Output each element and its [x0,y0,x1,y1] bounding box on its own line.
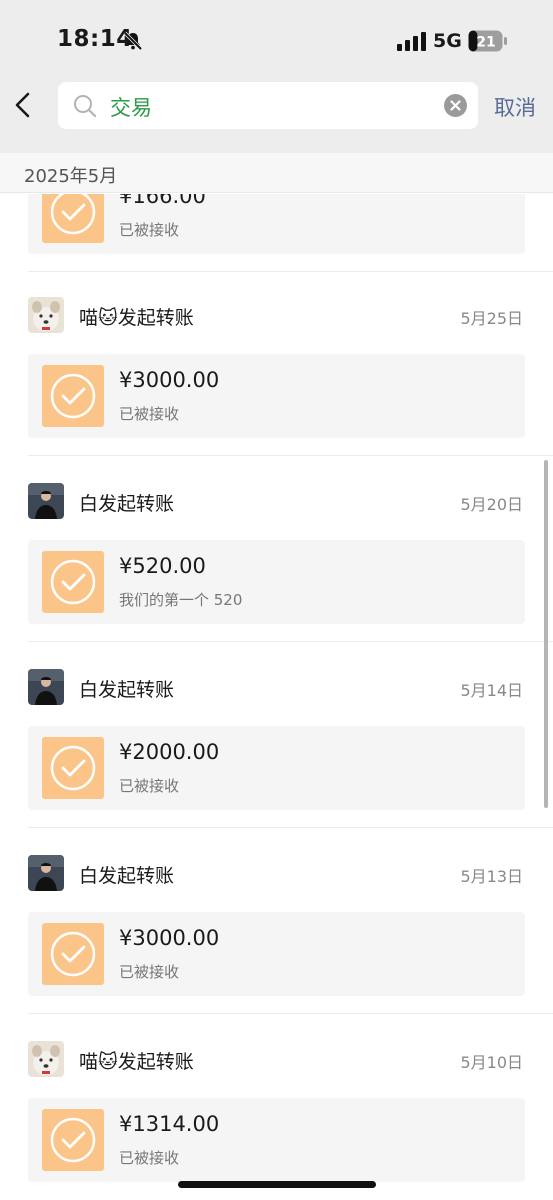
transfer-amount: ¥166.00 [119,194,206,208]
transfer-card[interactable]: ¥2000.00 已被接收 [28,726,525,810]
avatar [28,297,64,333]
transfer-amount: ¥520.00 [119,554,206,578]
transfer-card[interactable]: ¥1314.00 已被接收 [28,1098,525,1182]
transfer-amount: ¥1314.00 [119,1112,220,1136]
network-label: 5G [433,30,462,52]
month-label: 2025年5月 [24,166,118,187]
transfer-note: 已被接收 [119,777,180,795]
transfer-accepted-icon [42,1109,104,1171]
search-bar[interactable]: 交易 [58,82,478,129]
transfer-date: 5月14日 [460,681,523,700]
list-item[interactable]: 白发起转账 5月20日 ¥520.00 我们的第一个 520 [0,456,553,642]
transfer-title: 白发起转账 [79,679,175,701]
person-avatar-icon [28,855,64,891]
transfer-amount: ¥2000.00 [119,740,220,764]
transfer-accepted-icon [42,365,104,427]
clear-icon[interactable] [444,94,467,117]
list-item[interactable]: 白发起转账 5月13日 ¥3000.00 已被接收 [0,828,553,1014]
transfer-title: 喵🐱发起转账 [79,307,194,329]
avatar [28,855,64,891]
transfer-title: 白发起转账 [79,865,175,887]
person-avatar-icon [28,669,64,705]
dog-avatar-icon [28,1041,64,1077]
dog-avatar-icon [28,297,64,333]
transfer-card[interactable]: ¥3000.00 已被接收 [28,912,525,996]
list-item[interactable]: 喵🐱发起转账 5月25日 ¥3000.00 已被接收 [0,270,553,456]
search-input[interactable]: 交易 [110,92,152,122]
list-item[interactable]: ¥166.00 已被接收 [0,194,553,272]
transfer-title: 喵🐱发起转账 [79,1051,194,1073]
transaction-list[interactable]: ¥166.00 已被接收 喵🐱发起转账 5月25日 ¥3000.00 已被接收 … [0,194,553,1200]
home-indicator [178,1181,376,1188]
person-avatar-icon [28,483,64,519]
transfer-amount: ¥3000.00 [119,926,220,950]
avatar [28,669,64,705]
transfer-date: 5月13日 [460,867,523,886]
battery-level: 21 [476,35,495,51]
back-icon[interactable] [10,88,36,122]
bell-muted-icon [123,31,143,51]
header-area: 18:14 5G 21 交易 取消 [0,0,553,153]
avatar [28,483,64,519]
transfer-title: 白发起转账 [79,493,175,515]
transfer-accepted-icon [42,194,104,243]
cancel-button[interactable]: 取消 [494,92,536,122]
list-item[interactable]: 白发起转账 5月14日 ¥2000.00 已被接收 [0,642,553,828]
avatar [28,1041,64,1077]
transfer-accepted-icon [42,551,104,613]
scrollbar[interactable] [544,460,548,808]
transfer-note: 已被接收 [119,405,180,423]
transfer-note: 已被接收 [119,221,180,239]
month-header: 2025年5月 [0,153,553,193]
transfer-accepted-icon [42,923,104,985]
status-bar: 18:14 5G 21 [0,0,553,80]
transfer-card[interactable]: ¥520.00 我们的第一个 520 [28,540,525,624]
battery-icon: 21 [468,30,507,52]
transfer-date: 5月25日 [460,309,523,328]
transfer-amount: ¥3000.00 [119,368,220,392]
transfer-note: 我们的第一个 520 [119,591,243,609]
transfer-note: 已被接收 [119,963,180,981]
transfer-note: 已被接收 [119,1149,180,1167]
transfer-card[interactable]: ¥3000.00 已被接收 [28,354,525,438]
transfer-card[interactable]: ¥166.00 已被接收 [28,194,525,254]
transfer-accepted-icon [42,737,104,799]
transfer-date: 5月10日 [460,1053,523,1072]
list-item[interactable]: 喵🐱发起转账 5月10日 ¥1314.00 已被接收 [0,1014,553,1200]
search-icon [74,95,97,118]
signal-icon [397,32,426,51]
transfer-date: 5月20日 [460,495,523,514]
